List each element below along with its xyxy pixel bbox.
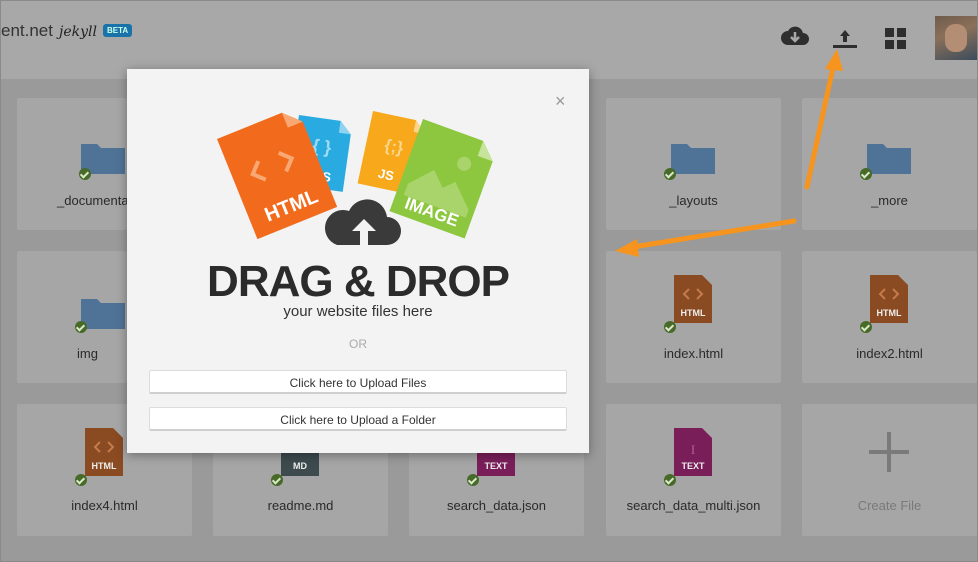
app-window: ent.net jekyll BETA _documenta _layouts _m… [0,0,978,562]
annotation-arrow-modal [630,218,797,250]
arrowhead-icon [825,49,843,71]
annotation-arrow-upload [804,60,837,190]
annotation-arrows [615,49,843,257]
arrowhead-icon [615,239,639,257]
